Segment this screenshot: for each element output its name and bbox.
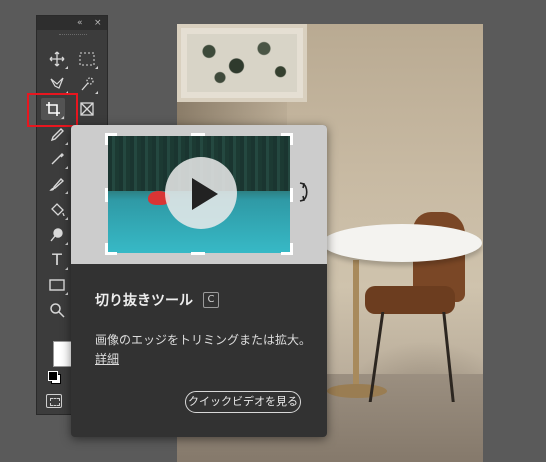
panel-header: « × (37, 16, 107, 30)
close-panel-button[interactable]: × (94, 17, 102, 29)
rotate-cursor-icon (299, 181, 313, 208)
play-icon[interactable] (192, 178, 218, 210)
wall-picture-art (187, 34, 297, 92)
rectangle-tool-icon[interactable] (45, 274, 69, 296)
crop-handle (191, 252, 205, 255)
quick-mask-icon[interactable] (46, 394, 62, 408)
text-tool-icon[interactable]: T (45, 249, 69, 271)
tool-tooltip-card: 切り抜きツール C 画像のエッジをトリミングまたは拡大。 詳細 クイックビデオを… (71, 125, 327, 437)
crop-handle (290, 243, 293, 255)
panel-grip[interactable] (59, 34, 87, 37)
frame-tool-icon[interactable] (75, 98, 99, 120)
paint-bucket-tool-icon[interactable] (45, 199, 69, 221)
crop-handle (105, 133, 108, 145)
crop-tool-highlight (27, 93, 78, 127)
default-colors-icon[interactable] (48, 371, 61, 384)
wall-picture (177, 24, 307, 102)
tooltip-description: 画像のエッジをトリミングまたは拡大。 (95, 333, 312, 347)
brush-tool-icon[interactable] (45, 173, 69, 195)
crop-handle (290, 188, 293, 202)
marquee-tool-icon[interactable] (75, 48, 99, 70)
quick-video-button[interactable]: クイックビデオを見る (185, 391, 301, 413)
table-base (327, 384, 387, 398)
crop-handle (105, 243, 108, 255)
dodge-tool-icon[interactable] (45, 224, 69, 246)
crop-handle (290, 133, 293, 145)
chair-seat (365, 286, 455, 314)
crop-handle (105, 188, 108, 202)
lasso-tool-icon[interactable] (45, 73, 69, 95)
table-top (322, 224, 482, 262)
shortcut-key-badge: C (203, 292, 219, 308)
video-preview-area[interactable] (71, 125, 327, 264)
collapse-panel-button[interactable]: « (77, 17, 83, 29)
tooltip-title-row: 切り抜きツール C (95, 290, 219, 310)
eyedropper-tool-icon[interactable] (45, 124, 69, 146)
details-link[interactable]: 詳細 (95, 350, 119, 367)
zoom-tool-icon[interactable] (45, 299, 69, 321)
tooltip-title: 切り抜きツール (95, 293, 193, 309)
healing-brush-tool-icon[interactable] (45, 148, 69, 170)
table-stem (353, 260, 359, 390)
crop-handle (191, 133, 205, 136)
quick-selection-tool-icon[interactable] (75, 73, 99, 95)
move-tool-icon[interactable] (45, 48, 69, 70)
